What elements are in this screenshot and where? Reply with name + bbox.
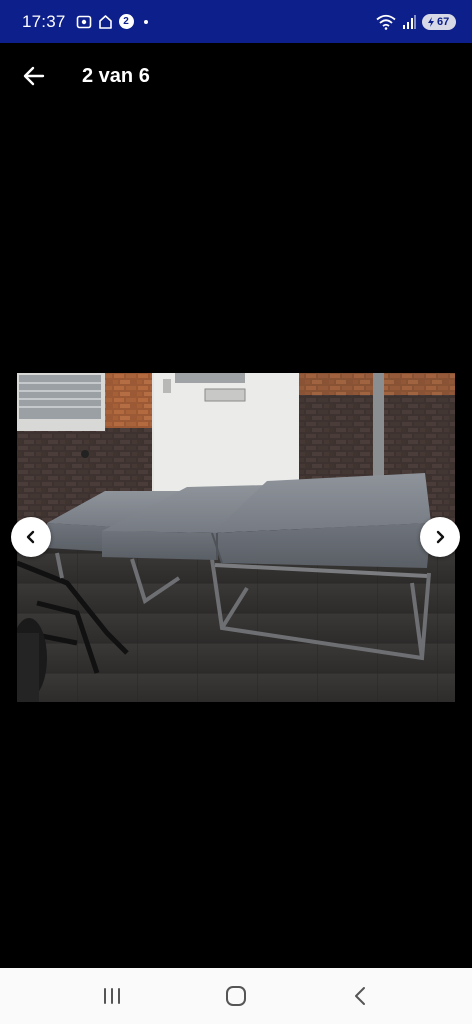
previous-image-button[interactable]	[11, 517, 51, 557]
status-bar: 17:37 2 67	[0, 0, 472, 43]
recent-apps-button[interactable]	[87, 976, 137, 1016]
nav-back-icon	[355, 987, 365, 1005]
status-icons-left: 2	[76, 14, 148, 30]
status-time: 17:37	[22, 11, 66, 31]
notification-badge-icon: 2	[118, 14, 134, 29]
page-title: 2 van 6	[82, 64, 150, 87]
more-notifications-dot	[143, 19, 148, 24]
battery-level: 67	[437, 15, 450, 28]
home-button[interactable]	[211, 976, 261, 1016]
next-image-button[interactable]	[420, 517, 460, 557]
recent-apps-icon	[104, 988, 120, 1004]
wifi-icon	[376, 14, 396, 30]
photo-illustration	[17, 373, 455, 702]
gallery-photo[interactable]	[17, 373, 455, 702]
system-nav-bar	[0, 968, 472, 1024]
app-bar: 2 van 6	[0, 43, 472, 109]
chevron-right-icon	[436, 530, 445, 544]
signal-icon	[402, 14, 416, 29]
status-icons-right: 67	[376, 13, 456, 30]
back-button[interactable]	[20, 62, 48, 90]
arrow-back-icon	[23, 66, 45, 86]
battery-icon: 67	[422, 13, 456, 30]
chevron-left-icon	[26, 530, 35, 544]
system-back-button[interactable]	[335, 976, 385, 1016]
home-icon	[226, 986, 246, 1006]
home-outline-icon	[98, 14, 113, 30]
screenshot-icon	[76, 14, 92, 30]
